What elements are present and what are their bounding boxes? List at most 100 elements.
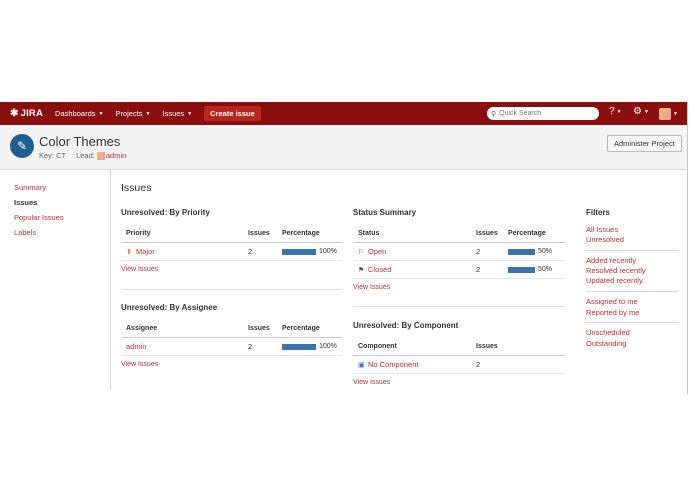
- chevron-down-icon: ▼: [616, 108, 622, 115]
- chevron-down-icon: ▼: [187, 110, 193, 117]
- filter-resolved-recently[interactable]: Resolved recently: [586, 266, 646, 275]
- issue-count: 2: [471, 242, 503, 261]
- status-link[interactable]: Open: [368, 247, 386, 256]
- project-lead-label: Lead:: [76, 151, 95, 160]
- column-header: Percentage: [277, 320, 343, 338]
- column-header: Issues: [471, 338, 565, 356]
- filter-assigned-to-me[interactable]: Assigned to me: [586, 297, 638, 306]
- chevron-down-icon: ▼: [643, 108, 649, 115]
- sidebar-item-issues[interactable]: Issues: [14, 198, 37, 207]
- chevron-down-icon: ▼: [98, 110, 104, 117]
- column-header: Issues: [243, 320, 277, 338]
- page-title: Issues: [121, 182, 152, 194]
- divider: [353, 306, 565, 307]
- assignee-link[interactable]: admin: [126, 342, 146, 351]
- percentage-label: 50%: [538, 248, 553, 256]
- table-row: ▣ No Component 2: [353, 355, 565, 374]
- issue-count: 2: [471, 355, 565, 374]
- sidebar-item-popular-issues[interactable]: Popular Issues: [14, 213, 64, 222]
- by-assignee-title: Unresolved: By Assignee: [121, 303, 218, 312]
- priority-major-icon: ⬆: [126, 248, 132, 256]
- percentage-label: 100%: [319, 248, 337, 256]
- user-menu[interactable]: ▼: [659, 108, 678, 120]
- filter-unresolved[interactable]: Unresolved: [586, 235, 624, 244]
- column-header: Component: [353, 338, 471, 356]
- lead-avatar: [96, 151, 105, 160]
- percentage-bar: [508, 248, 535, 255]
- sidebar-item-summary[interactable]: Summary: [14, 183, 46, 192]
- nav-issues-label: Issues: [162, 109, 185, 118]
- jira-logo-icon: ✱: [10, 108, 19, 119]
- administer-project-button[interactable]: Administer Project: [607, 135, 682, 152]
- column-header: Issues: [243, 225, 277, 243]
- column-header: Assignee: [121, 320, 243, 338]
- column-header: Percentage: [503, 225, 565, 243]
- page-right-border: [687, 102, 688, 394]
- by-component-table: Component Issues ▣ No Component 2: [353, 338, 565, 374]
- jira-logo[interactable]: ✱ JIRA: [10, 108, 43, 119]
- percentage-bar: [508, 266, 535, 273]
- divider: [586, 250, 678, 251]
- create-issue-button[interactable]: Create issue: [204, 106, 261, 121]
- component-link[interactable]: No Component: [368, 360, 418, 369]
- percentage-label: 50%: [538, 266, 553, 274]
- percentage-bar: [282, 248, 316, 255]
- status-closed-icon: ⚑: [358, 266, 365, 274]
- search-input[interactable]: [499, 110, 590, 117]
- column-header: Priority: [121, 225, 243, 243]
- filter-all-issues[interactable]: All Issues: [586, 225, 618, 234]
- filter-added-recently[interactable]: Added recently: [586, 256, 636, 265]
- table-row: ⚑ Closed 2 50%: [353, 260, 565, 279]
- by-priority-table: Priority Issues Percentage ⬆ Major 2 100%: [121, 225, 343, 261]
- column-header: Percentage: [277, 225, 343, 243]
- filter-updated-recently[interactable]: Updated recently: [586, 276, 643, 285]
- sidebar-item-labels[interactable]: Labels: [14, 228, 36, 237]
- jira-logo-text: JIRA: [20, 108, 44, 119]
- nav-issues[interactable]: Issues ▼: [163, 109, 193, 118]
- top-navigation-bar: ✱ JIRA Dashboards ▼ Projects ▼ Issues ▼ …: [0, 102, 688, 125]
- project-lead-link[interactable]: admin: [106, 151, 126, 160]
- priority-link[interactable]: Major: [136, 247, 155, 256]
- percentage-label: 100%: [319, 343, 337, 351]
- nav-projects-label: Projects: [115, 109, 143, 118]
- issue-count: 2: [471, 260, 503, 279]
- settings-menu[interactable]: ⚙ ▼: [633, 106, 649, 117]
- by-assignee-table: Assignee Issues Percentage admin 2 100%: [121, 320, 343, 356]
- view-issues-link[interactable]: View Issues: [353, 284, 390, 291]
- divider: [121, 289, 343, 290]
- quick-search[interactable]: ⚲: [487, 107, 599, 120]
- table-row: ⚐ Open 2 50%: [353, 242, 565, 261]
- help-menu[interactable]: ? ▼: [609, 106, 622, 117]
- filter-reported-by-me[interactable]: Reported by me: [586, 308, 639, 317]
- filter-outstanding[interactable]: Outstanding: [586, 339, 626, 348]
- status-open-icon: ⚐: [358, 248, 365, 256]
- project-key: Key: CT: [39, 151, 67, 160]
- help-icon: ?: [609, 106, 615, 117]
- nav-projects[interactable]: Projects ▼: [115, 109, 150, 118]
- status-summary-table: Status Issues Percentage ⚐ Open 2 50% ⚑ Cl…: [353, 225, 565, 279]
- gear-icon: ⚙: [633, 106, 642, 117]
- search-icon: ⚲: [491, 110, 497, 118]
- view-issues-link[interactable]: View Issues: [121, 361, 158, 368]
- by-component-title: Unresolved: By Component: [353, 321, 459, 330]
- project-meta: Key: CT Lead: admin: [39, 151, 126, 160]
- column-header: Issues: [471, 225, 503, 243]
- nav-dashboards-label: Dashboards: [55, 109, 96, 118]
- filters-title: Filters: [586, 208, 611, 217]
- column-header: Status: [353, 225, 471, 243]
- chevron-down-icon: ▼: [145, 110, 151, 117]
- status-link[interactable]: Closed: [368, 265, 391, 274]
- project-sidebar: Summary Issues Popular Issues Labels: [0, 170, 111, 390]
- view-issues-link[interactable]: View Issues: [121, 266, 158, 273]
- divider: [586, 322, 678, 323]
- filter-unscheduled[interactable]: Unscheduled: [586, 328, 630, 337]
- chevron-down-icon: ▼: [673, 111, 678, 117]
- nav-dashboards[interactable]: Dashboards ▼: [55, 109, 103, 118]
- percentage-bar: [282, 343, 316, 350]
- table-row: ⬆ Major 2 100%: [121, 242, 343, 261]
- view-issues-link[interactable]: View Issues: [353, 379, 390, 386]
- project-header: ✎ Color Themes Key: CT Lead: admin Admin…: [0, 125, 687, 170]
- component-icon: ▣: [358, 361, 365, 369]
- divider: [586, 291, 678, 292]
- by-priority-title: Unresolved: By Priority: [121, 208, 210, 217]
